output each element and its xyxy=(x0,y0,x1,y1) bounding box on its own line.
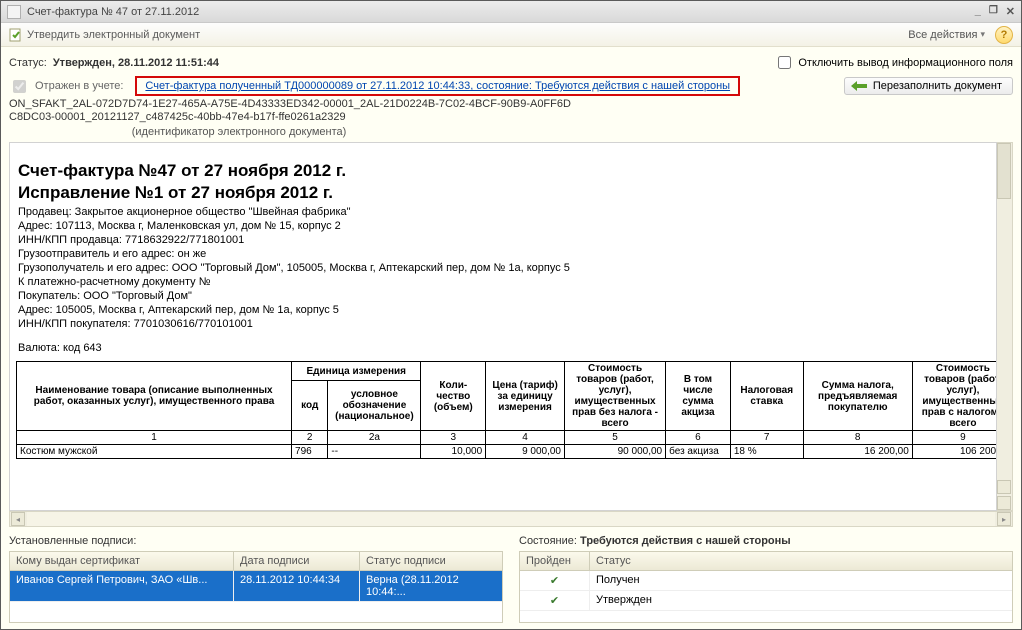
invoice-window: Счет-фактура № 47 от 27.11.2012 _ ❐ ✕ Ут… xyxy=(0,0,1022,630)
scroll-up-button[interactable] xyxy=(997,480,1011,494)
content-area: Статус: Утвержден, 28.11.2012 11:51:44 О… xyxy=(1,47,1021,629)
document-preview: Счет-фактура №47 от 27 ноября 2012 г. Ис… xyxy=(9,142,997,511)
document-area: Счет-фактура №47 от 27 ноября 2012 г. Ис… xyxy=(9,142,1013,511)
check-icon: ✔ xyxy=(520,571,590,591)
state-row: ✔ Получен xyxy=(520,571,1012,591)
horizontal-scrollbar[interactable]: ◂ ▸ xyxy=(9,511,1013,527)
scroll-right-button[interactable]: ▸ xyxy=(997,512,1011,526)
close-icon[interactable]: ✕ xyxy=(1006,5,1015,18)
document-check-icon xyxy=(9,28,23,42)
disable-info-label: Отключить вывод информационного поля xyxy=(798,57,1013,69)
approve-action[interactable]: Утвердить электронный документ xyxy=(9,28,200,42)
status-row: Статус: Утвержден, 28.11.2012 11:51:44 О… xyxy=(9,53,1013,72)
minimize-icon[interactable]: _ xyxy=(975,5,981,18)
state-row: ✔ Утвержден xyxy=(520,591,1012,611)
doc-id-label: (идентификатор электронного документа) xyxy=(9,126,469,138)
linked-doc-link[interactable]: Счет-фактура полученный ТД000000089 от 2… xyxy=(145,80,730,92)
toolbar: Утвердить электронный документ Все дейст… xyxy=(1,23,1021,47)
help-icon[interactable]: ? xyxy=(995,26,1013,44)
all-actions-button[interactable]: Все действия xyxy=(908,29,985,41)
status-label: Статус: xyxy=(9,57,47,69)
reflected-checkbox xyxy=(13,80,26,93)
status-value: Утвержден, 28.11.2012 11:51:44 xyxy=(53,57,219,69)
signatures-header: Кому выдан сертификат Дата подписи Стату… xyxy=(9,551,503,571)
restore-icon[interactable]: ❐ xyxy=(989,5,998,18)
signature-row[interactable]: Иванов Сергей Петрович, ЗАО «Шв... 28.11… xyxy=(10,571,502,602)
state-panel: Состояние: Требуются действия с нашей ст… xyxy=(519,535,1013,623)
scroll-thumb[interactable] xyxy=(997,143,1011,199)
titlebar: Счет-фактура № 47 от 27.11.2012 _ ❐ ✕ xyxy=(1,1,1021,23)
reflect-row: Отражен в учете: Счет-фактура полученный… xyxy=(9,76,1013,96)
state-header: Пройден Статус xyxy=(519,551,1013,571)
invoice-table: Наименование товара (описание выполненны… xyxy=(16,361,997,459)
vertical-scrollbar[interactable] xyxy=(997,142,1013,511)
bottom-panels: Установленные подписи: Кому выдан сертиф… xyxy=(9,535,1013,623)
scroll-track[interactable] xyxy=(27,512,995,526)
scroll-down-button[interactable] xyxy=(997,496,1011,510)
check-icon: ✔ xyxy=(520,591,590,611)
scroll-left-button[interactable]: ◂ xyxy=(11,512,25,526)
arrow-left-icon xyxy=(851,80,867,92)
doc-heading-1: Счет-фактура №47 от 27 ноября 2012 г. xyxy=(18,161,990,181)
app-icon xyxy=(7,5,21,19)
signatures-panel: Установленные подписи: Кому выдан сертиф… xyxy=(9,535,503,623)
window-title: Счет-фактура № 47 от 27.11.2012 xyxy=(27,6,975,18)
disable-info-checkbox[interactable] xyxy=(778,56,791,69)
doc-heading-2: Исправление №1 от 27 ноября 2012 г. xyxy=(18,183,990,203)
doc-ids: ON_SFAKT_2AL-072D7D74-1E27-465A-A75E-4D4… xyxy=(9,98,1013,124)
linked-doc-box: Счет-фактура полученный ТД000000089 от 2… xyxy=(135,76,740,96)
table-row: Костюм мужской 796 -- 10,000 9 000,00 90… xyxy=(17,445,998,459)
reflected-label: Отражен в учете: xyxy=(35,80,123,92)
refill-button[interactable]: Перезаполнить документ xyxy=(844,77,1013,95)
